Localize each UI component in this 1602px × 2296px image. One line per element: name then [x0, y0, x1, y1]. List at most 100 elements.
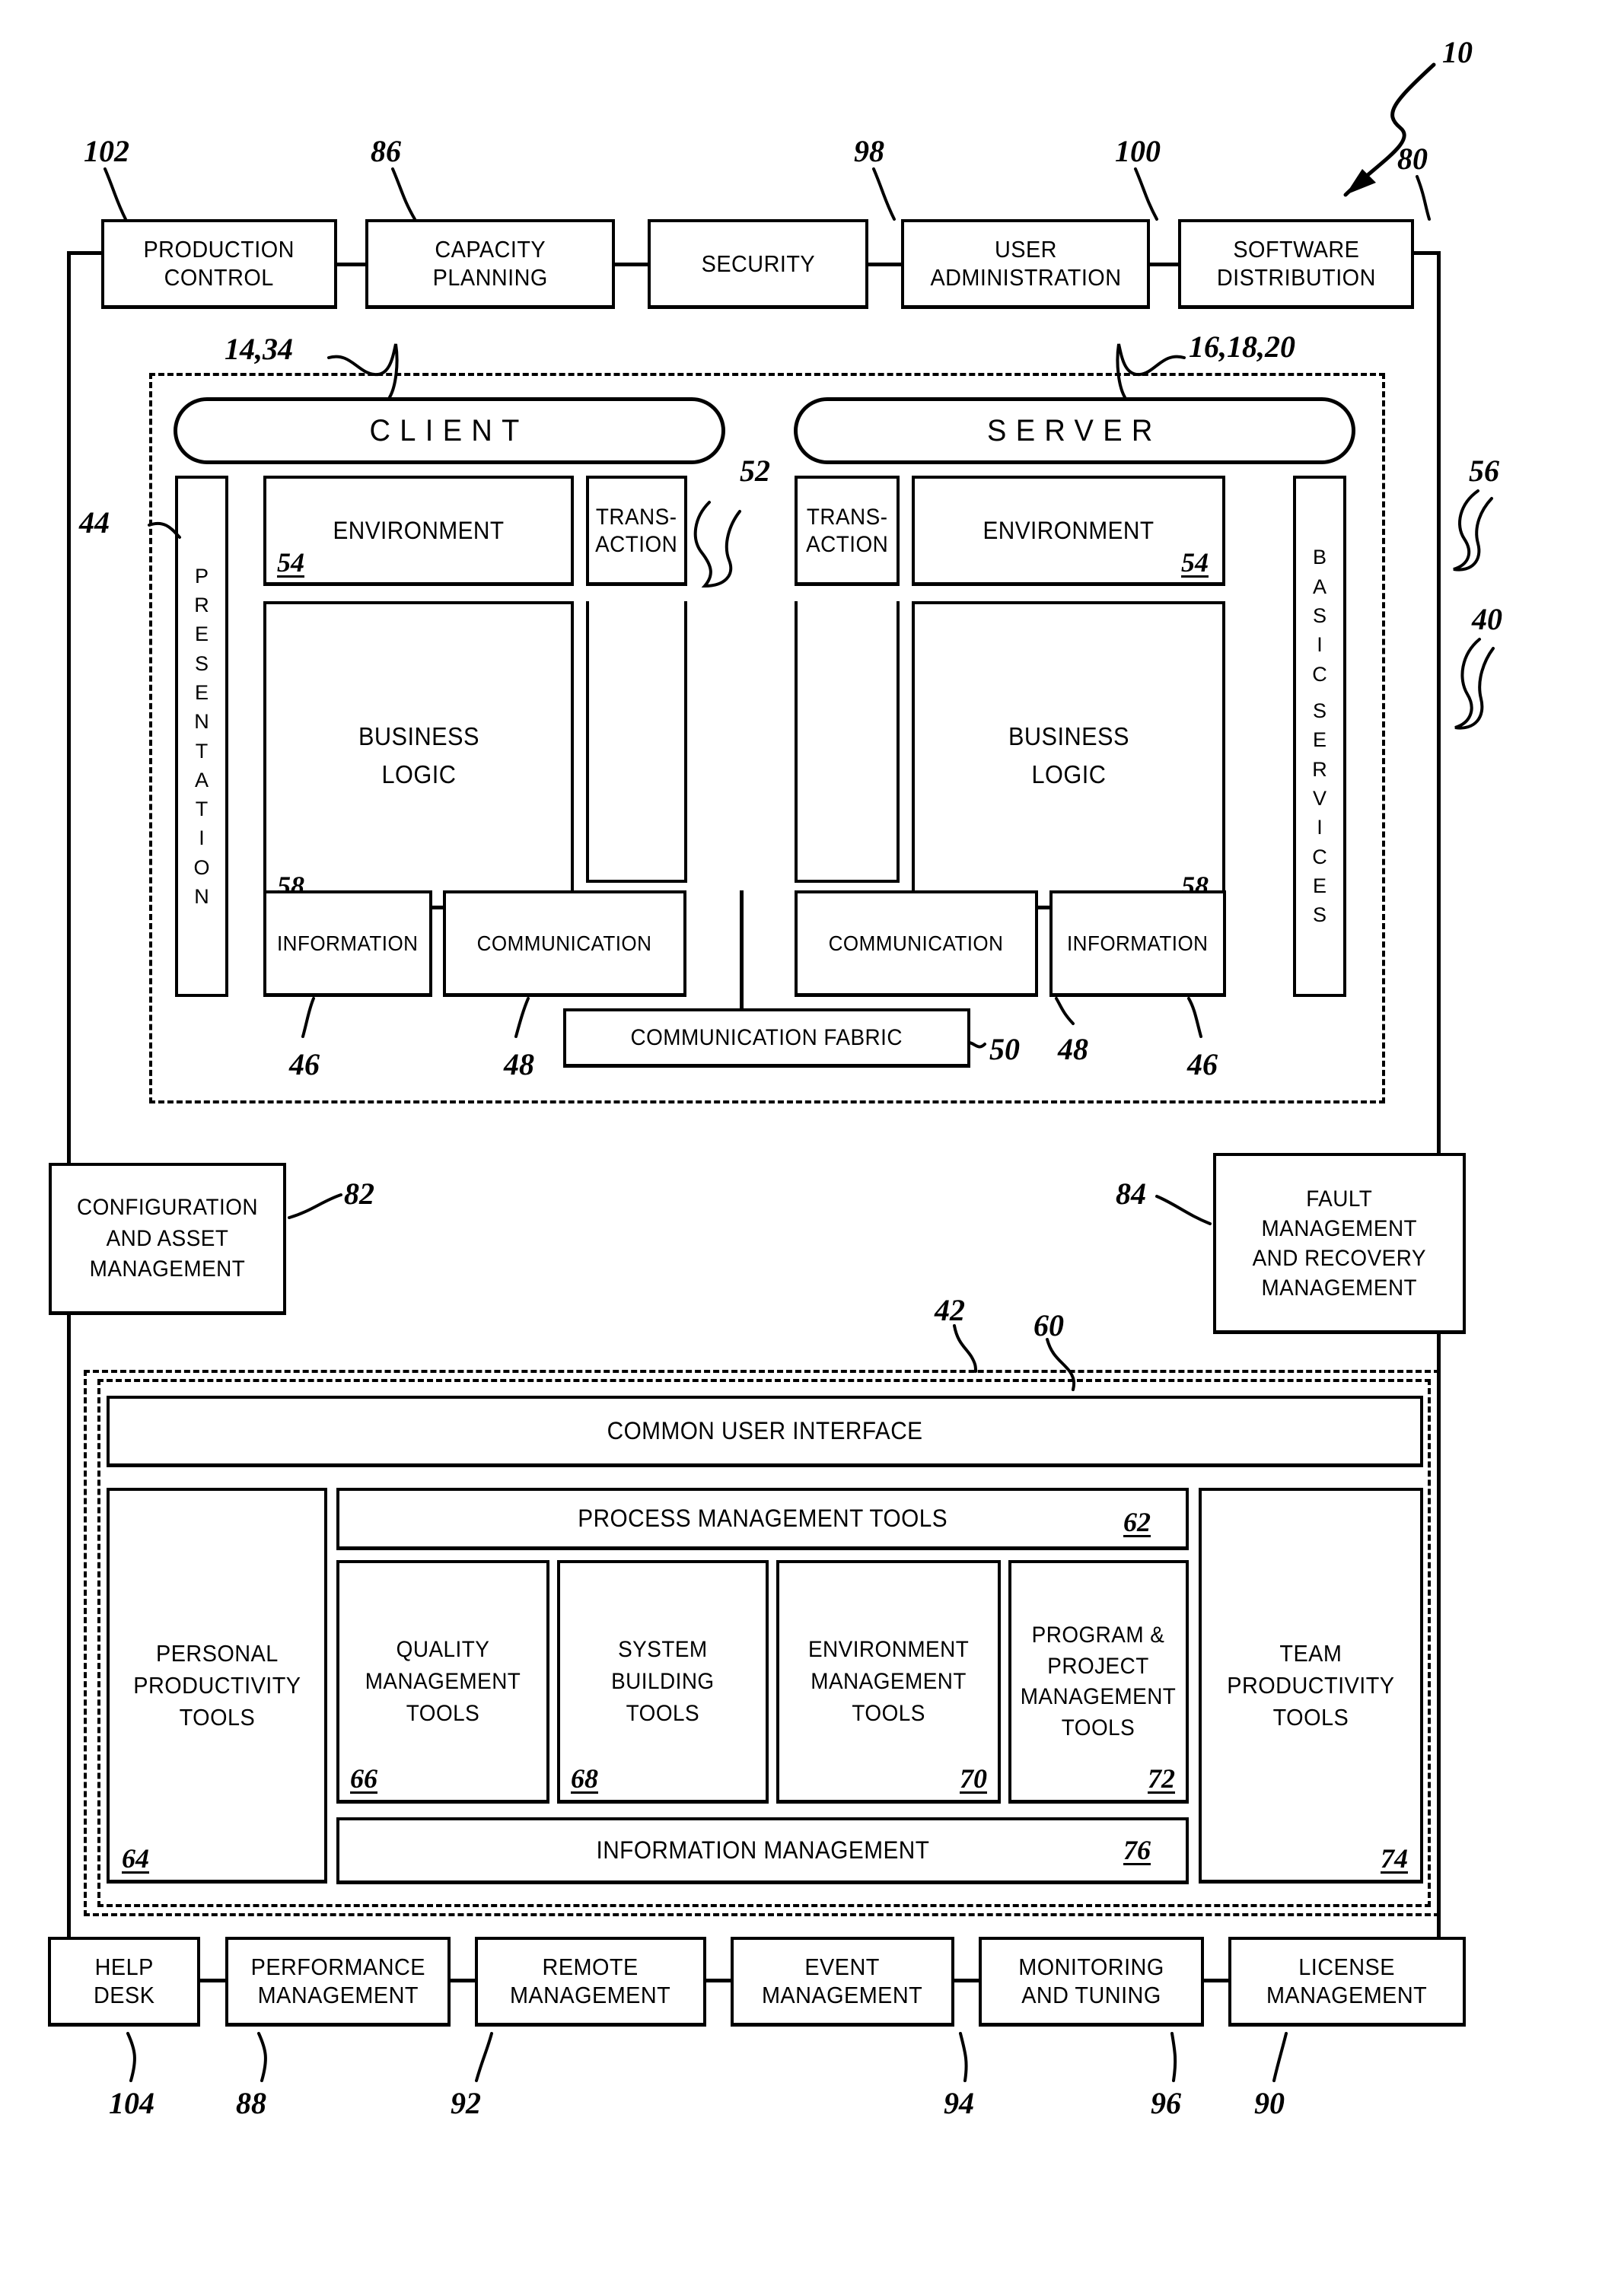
top-connector-4: [1148, 263, 1180, 266]
stacked-letter: O: [193, 855, 210, 879]
box-quality-management-tools[interactable]: QUALITY MANAGEMENT TOOLS 66: [336, 1560, 549, 1804]
box-label: COMMUNICATION: [829, 931, 1004, 956]
stacked-letter: R: [194, 593, 209, 616]
box-production-control[interactable]: PRODUCTION CONTROL: [101, 219, 337, 309]
box-license-management[interactable]: LICENSE MANAGEMENT: [1228, 1937, 1466, 2027]
ref-presentation: 44: [79, 505, 110, 540]
stacked-letter: E: [194, 680, 209, 704]
stacked-letter: A: [194, 768, 209, 791]
box-server-transaction[interactable]: TRANS- ACTION: [795, 476, 900, 586]
stacked-letter: [1317, 689, 1323, 696]
stacked-letter: E: [1312, 874, 1327, 897]
box-system-building-tools[interactable]: SYSTEM BUILDING TOOLS 68: [557, 1560, 769, 1804]
box-security[interactable]: SECURITY: [648, 219, 868, 309]
box-server-information[interactable]: INFORMATION: [1049, 890, 1226, 997]
box-label: FAULT MANAGEMENT AND RECOVERY MANAGEMENT: [1252, 1186, 1427, 1301]
box-capacity-planning[interactable]: CAPACITY PLANNING: [365, 219, 615, 309]
stacked-letter: E: [194, 623, 209, 646]
top-connector-1: [335, 263, 365, 266]
box-server-environment[interactable]: ENVIRONMENT 54: [912, 476, 1225, 586]
box-label: PROGRAM & PROJECT MANAGEMENT TOOLS: [1021, 1622, 1177, 1740]
stacked-letter: S: [1312, 604, 1327, 628]
box-label: BUSINESS LOGIC: [358, 722, 479, 788]
box-process-management-tools[interactable]: PROCESS MANAGEMENT TOOLS 62: [336, 1488, 1189, 1550]
stacked-letter: C: [1312, 662, 1327, 686]
box-team-productivity-tools[interactable]: TEAM PRODUCTIVITY TOOLS 74: [1199, 1488, 1423, 1884]
ref-server-information: 46: [1187, 1047, 1218, 1081]
stacked-letter: V: [1312, 786, 1327, 810]
stacked-letter: B: [1312, 546, 1327, 569]
box-label: CONFIGURATION AND ASSET MANAGEMENT: [76, 1195, 259, 1282]
ref-system-overall: 10: [1442, 35, 1473, 69]
bottom-connector-5: [1202, 1979, 1229, 1982]
box-software-distribution[interactable]: SOFTWARE DISTRIBUTION: [1178, 219, 1414, 309]
stacked-letter: I: [1317, 816, 1323, 839]
stacked-letter: I: [199, 826, 205, 850]
box-label: PRODUCTION CONTROL: [143, 236, 295, 291]
box-event-management[interactable]: EVENT MANAGEMENT: [731, 1937, 954, 2027]
box-label: TRANS- ACTION: [595, 505, 678, 557]
ref-event-management: 94: [944, 2086, 974, 2120]
stacked-letter: N: [194, 885, 209, 909]
box-label: TEAM PRODUCTIVITY TOOLS: [1227, 1640, 1395, 1731]
ref-server-environment: 54: [1181, 547, 1209, 578]
ref-fault-management-recovery: 84: [1116, 1177, 1146, 1211]
stacked-letter: T: [195, 798, 209, 821]
box-user-administration[interactable]: USER ADMINISTRATION: [901, 219, 1150, 309]
box-label: PERFORMANCE MANAGEMENT: [250, 1954, 425, 2008]
box-personal-productivity-tools[interactable]: PERSONAL PRODUCTIVITY TOOLS 64: [107, 1488, 327, 1884]
box-monitoring-and-tuning[interactable]: MONITORING AND TUNING: [979, 1937, 1204, 2027]
box-client-business-logic[interactable]: BUSINESS LOGIC 58: [263, 601, 574, 909]
ref-transaction: 52: [740, 454, 770, 488]
pill-client: CLIENT: [174, 397, 725, 464]
box-program-project-management-tools[interactable]: PROGRAM & PROJECT MANAGEMENT TOOLS 72: [1008, 1560, 1189, 1804]
box-label: ENVIRONMENT MANAGEMENT TOOLS: [807, 1637, 970, 1726]
ref-configuration-asset-management: 82: [344, 1177, 374, 1211]
ref-information-management: 76: [1123, 1835, 1151, 1865]
box-label: MONITORING AND TUNING: [1018, 1954, 1164, 2008]
box-information-management[interactable]: INFORMATION MANAGEMENT 76: [336, 1817, 1189, 1884]
box-client-information[interactable]: INFORMATION: [263, 890, 432, 997]
box-label: COMMUNICATION: [477, 931, 652, 956]
box-server-communication[interactable]: COMMUNICATION: [795, 890, 1038, 997]
stacked-letter: R: [1312, 757, 1327, 781]
box-label: INFORMATION: [277, 931, 419, 956]
stacked-letter: A: [1312, 575, 1327, 598]
box-label: SECURITY: [701, 250, 815, 277]
pill-server: SERVER: [794, 397, 1355, 464]
ref-user-administration: 100: [1115, 134, 1161, 168]
ref-production-control: 102: [84, 134, 129, 168]
bottom-connector-3: [705, 1979, 731, 1982]
stacked-letter: I: [1317, 633, 1323, 657]
fabric-stem: [740, 890, 744, 1012]
box-fault-management-recovery[interactable]: FAULT MANAGEMENT AND RECOVERY MANAGEMENT: [1213, 1153, 1466, 1334]
box-remote-management[interactable]: REMOTE MANAGEMENT: [475, 1937, 706, 2027]
pill-label: SERVER: [987, 413, 1162, 447]
ref-software-distribution: 80: [1397, 142, 1428, 176]
ref-server-communication: 48: [1058, 1032, 1088, 1066]
ref-lower-frame: 42: [935, 1293, 965, 1327]
box-environment-management-tools[interactable]: ENVIRONMENT MANAGEMENT TOOLS 70: [776, 1560, 1001, 1804]
stacked-letter: S: [194, 651, 209, 675]
box-client-communication[interactable]: COMMUNICATION: [443, 890, 686, 997]
box-server-business-logic[interactable]: BUSINESS LOGIC 58: [912, 601, 1225, 909]
box-help-desk[interactable]: HELP DESK: [48, 1937, 200, 2027]
ref-capacity-planning: 86: [371, 134, 401, 168]
column-label: PRESENTATION: [193, 562, 209, 912]
stacked-letter: S: [1312, 699, 1327, 722]
box-label: SYSTEM BUILDING TOOLS: [611, 1637, 715, 1726]
box-performance-management[interactable]: PERFORMANCE MANAGEMENT: [225, 1937, 451, 2027]
box-client-environment[interactable]: ENVIRONMENT 54: [263, 476, 574, 586]
stacked-letter: T: [195, 739, 209, 763]
box-label: COMMUNICATION FABRIC: [630, 1025, 903, 1051]
bottom-connector-4: [953, 1979, 979, 1982]
box-label: TRANS- ACTION: [805, 505, 889, 557]
ref-server: 16,18,20: [1189, 330, 1295, 364]
box-communication-fabric[interactable]: COMMUNICATION FABRIC: [563, 1008, 970, 1068]
box-label: QUALITY MANAGEMENT TOOLS: [365, 1637, 521, 1726]
stacked-letter: C: [1312, 845, 1327, 868]
box-client-transaction[interactable]: TRANS- ACTION: [586, 476, 687, 586]
box-configuration-asset-management[interactable]: CONFIGURATION AND ASSET MANAGEMENT: [49, 1163, 286, 1315]
box-common-user-interface[interactable]: COMMON USER INTERFACE: [107, 1396, 1423, 1467]
stacked-letter: P: [194, 564, 209, 588]
